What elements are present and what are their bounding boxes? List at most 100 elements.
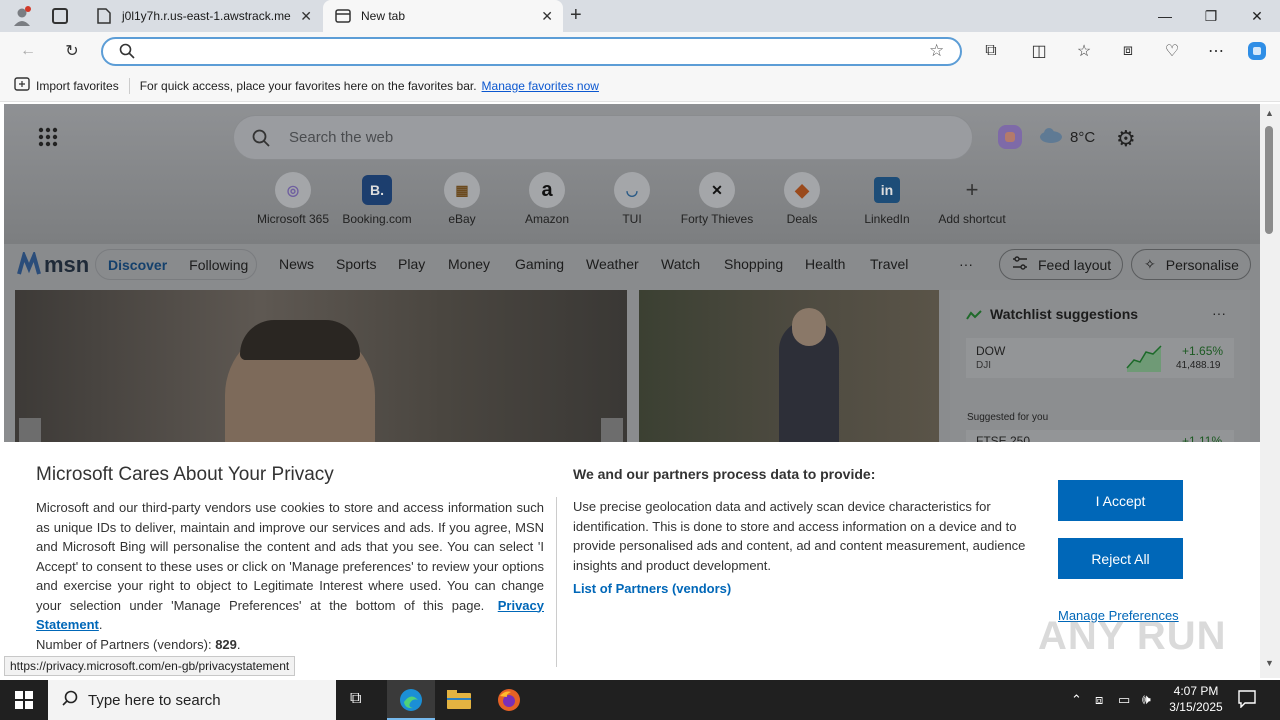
search-icon — [252, 129, 270, 152]
manage-favorites-link[interactable]: Manage favorites now — [482, 79, 599, 93]
favorites-icon[interactable]: ☆ — [1073, 40, 1095, 62]
watchlist-row-dow[interactable]: DOW DJI +1.65% 41,488.19 — [966, 338, 1234, 378]
new-tab-button[interactable]: + — [570, 4, 582, 27]
more-menu-icon[interactable]: ⋯ — [1205, 40, 1227, 62]
nav-weather[interactable]: Weather — [586, 256, 639, 272]
nav-more[interactable]: ··· — [959, 256, 973, 272]
purposes-title: We and our partners process data to prov… — [573, 466, 876, 482]
news-card-medium[interactable] — [639, 290, 939, 442]
task-view-icon[interactable]: ⧉ — [350, 690, 361, 708]
search-icon — [119, 43, 135, 64]
nav-gaming[interactable]: Gaming — [515, 256, 564, 272]
shortcut-linkedin[interactable]: in LinkedIn — [845, 172, 929, 226]
minimize-button[interactable]: — — [1142, 0, 1188, 32]
apps-grid-icon[interactable] — [38, 127, 58, 152]
nav-watch[interactable]: Watch — [661, 256, 700, 272]
copilot-icon[interactable] — [995, 122, 1025, 157]
shortcut-tui[interactable]: ◡ TUI — [590, 172, 674, 226]
nav-sports[interactable]: Sports — [336, 256, 376, 272]
shortcut-amazon[interactable]: a Amazon — [505, 172, 589, 226]
add-shortcut-button[interactable]: + Add shortcut — [930, 172, 1014, 226]
tab-following[interactable]: Following — [189, 257, 248, 273]
notifications-icon[interactable] — [1238, 690, 1256, 711]
stock-symbol: DJI — [976, 360, 991, 371]
shortcut-deals[interactable]: ◆ Deals — [760, 172, 844, 226]
import-favorites-icon[interactable] — [14, 77, 30, 94]
chevron-up-icon[interactable]: ⌃ — [1071, 692, 1082, 708]
address-bar[interactable]: ☆ — [101, 37, 962, 66]
performance-icon[interactable]: ♡ — [1161, 40, 1183, 62]
weather-temperature[interactable]: 8°C — [1070, 129, 1095, 146]
new-tab-page-icon — [335, 8, 351, 24]
prev-arrow-button[interactable] — [19, 418, 41, 442]
personalise-label: Personalise — [1165, 256, 1239, 273]
network-icon[interactable]: ▭ — [1118, 692, 1130, 708]
nav-play[interactable]: Play — [398, 256, 425, 272]
taskbar-search-box[interactable]: Type here to search — [48, 680, 336, 720]
page-scrollbar[interactable]: ▲ ▼ — [1260, 104, 1280, 678]
shortcut-forty-thieves[interactable]: ✕ Forty Thieves — [675, 172, 759, 226]
watchlist-card: Watchlist suggestions ··· DOW DJI +1.65%… — [950, 290, 1250, 450]
profile-icon[interactable] — [12, 6, 32, 26]
web-search-box[interactable]: Search the web — [233, 115, 973, 160]
news-card-large[interactable] — [15, 290, 627, 442]
volume-icon[interactable]: 🕪 — [1142, 691, 1151, 708]
shortcut-microsoft-365[interactable]: ◎ Microsoft 365 — [251, 172, 335, 226]
nav-money[interactable]: Money — [448, 256, 490, 272]
collections-icon[interactable]: ⧈ — [1117, 40, 1139, 62]
windows-taskbar: Type here to search ⧉ ⌃ ⧈ ▭ 🕪 4:07 PM 3/… — [0, 680, 1280, 720]
nav-shopping[interactable]: Shopping — [724, 256, 783, 272]
shortcut-ebay[interactable]: ▦ eBay — [420, 172, 504, 226]
feed-layout-button[interactable]: Feed layout — [999, 249, 1123, 280]
search-icon — [62, 690, 78, 710]
copilot-icon[interactable] — [1246, 40, 1268, 62]
tab-discover[interactable]: Discover — [108, 257, 167, 273]
accept-button[interactable]: I Accept — [1058, 480, 1183, 521]
tab-awstrack[interactable]: j0l1y7h.r.us-east-1.awstrack.me ✕ — [86, 0, 322, 32]
tui-icon: ◡ — [614, 172, 650, 208]
shortcut-booking[interactable]: B. Booking.com — [335, 172, 419, 226]
shortcut-label: Microsoft 365 — [256, 212, 330, 226]
refresh-icon[interactable]: ↻ — [61, 40, 83, 62]
clock-time: 4:07 PM — [1173, 684, 1219, 698]
network-device-icon[interactable]: ⧈ — [1095, 692, 1103, 708]
back-icon[interactable]: ← — [17, 40, 39, 62]
reject-all-button[interactable]: Reject All — [1058, 538, 1183, 579]
next-arrow-button[interactable] — [601, 418, 623, 442]
firefox-icon[interactable] — [497, 688, 521, 715]
banner-divider — [556, 497, 557, 667]
tab-actions-icon[interactable] — [52, 8, 68, 24]
edge-taskbar-icon[interactable] — [387, 680, 435, 720]
vendors-list-link[interactable]: List of Partners (vendors) — [573, 581, 731, 596]
split-screen-icon[interactable]: ◫ — [1028, 40, 1050, 62]
suggested-label: Suggested for you — [967, 412, 1049, 423]
nav-news[interactable]: News — [279, 256, 314, 272]
close-tab-icon[interactable]: ✕ — [300, 8, 312, 25]
import-favorites-button[interactable]: Import favorites — [36, 79, 119, 93]
personalise-button[interactable]: ✧ Personalise — [1131, 249, 1251, 280]
settings-gear-icon[interactable]: ⚙ — [1116, 126, 1136, 152]
title-bar: j0l1y7h.r.us-east-1.awstrack.me ✕ New ta… — [0, 0, 1280, 32]
shortcut-label: eBay — [448, 212, 476, 226]
scroll-down-icon[interactable]: ▼ — [1265, 658, 1274, 668]
watchlist-more-button[interactable]: ··· — [1212, 305, 1226, 321]
microsoft-365-icon: ◎ — [275, 172, 311, 208]
scroll-up-icon[interactable]: ▲ — [1265, 108, 1274, 118]
page-icon — [96, 8, 112, 24]
favorite-star-icon[interactable]: ☆ — [929, 41, 944, 61]
nav-health[interactable]: Health — [805, 256, 845, 272]
close-tab-icon[interactable]: ✕ — [541, 8, 553, 25]
scrollbar-thumb[interactable] — [1265, 126, 1273, 234]
favorites-bar: Import favorites For quick access, place… — [0, 70, 1280, 102]
extensions-icon[interactable]: ⧉ — [980, 40, 1002, 62]
nav-travel[interactable]: Travel — [870, 256, 908, 272]
restore-button[interactable]: ❐ — [1188, 0, 1234, 32]
close-window-button[interactable]: ✕ — [1234, 0, 1280, 32]
amazon-icon: a — [529, 172, 565, 208]
msn-logo[interactable]: msn — [16, 252, 89, 278]
tab-new-tab[interactable]: New tab ✕ — [323, 0, 563, 32]
msn-logo-text: msn — [44, 252, 90, 277]
windows-start-icon[interactable] — [15, 691, 33, 712]
clock[interactable]: 4:07 PM 3/15/2025 — [1164, 683, 1228, 715]
file-explorer-icon[interactable] — [447, 690, 471, 713]
